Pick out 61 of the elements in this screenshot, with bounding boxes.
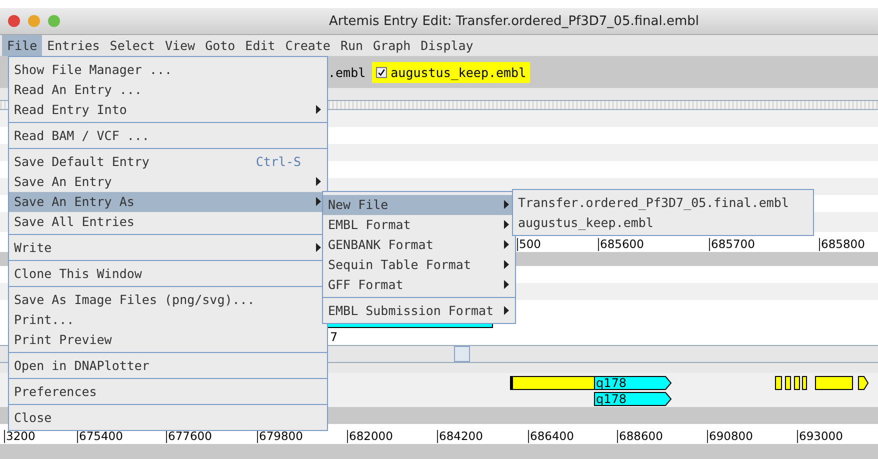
ruler-label: 686400 — [528, 430, 574, 443]
feature-label: q178 — [596, 377, 627, 390]
menu-item[interactable]: Open in DNAPlotter — [9, 356, 327, 376]
menu-item[interactable]: EMBL Format — [323, 214, 515, 234]
menu-item[interactable]: EMBL Submission Format — [323, 300, 515, 320]
gene-feature-drawing[interactable] — [510, 376, 672, 406]
window-title: Artemis Entry Edit: Transfer.ordered_Pf3D7_05.final.embl — [328, 14, 700, 28]
submenu-arrow-icon — [504, 260, 509, 269]
ruler-label: 685700 — [709, 238, 755, 251]
zoom-button[interactable] — [48, 15, 60, 27]
submenu-arrow-icon — [504, 240, 509, 249]
submenu-arrow-icon — [504, 306, 509, 315]
submenu-arrow-icon — [316, 197, 321, 206]
submenu-arrow-icon — [316, 177, 321, 186]
ruler-label: 500 — [517, 238, 541, 251]
ruler-label: 682000 — [347, 430, 393, 443]
ruler-label: 690800 — [707, 430, 753, 443]
close-button[interactable] — [8, 15, 20, 27]
menu-bar-item[interactable]: Select — [104, 35, 160, 56]
submenu-arrow-icon — [316, 105, 321, 114]
ruler-label: 684200 — [437, 430, 483, 443]
menu-item[interactable]: Print Preview — [9, 330, 327, 350]
menu-item[interactable]: Show File Manager ... — [9, 60, 327, 80]
menu-item[interactable]: Sequin Table Format — [323, 254, 515, 274]
menu-item[interactable]: Read Entry Into — [9, 100, 327, 120]
menu-bar-item[interactable]: Edit — [240, 35, 280, 56]
menu-bar-item[interactable]: File — [2, 35, 42, 56]
menu-item[interactable]: augustus_keep.embl — [513, 212, 813, 232]
gene-feature-drawing[interactable] — [775, 376, 869, 390]
sequence-label: 7 — [330, 330, 338, 344]
submenu-arrow-icon — [316, 243, 321, 252]
menu-bar-item[interactable]: Goto — [200, 35, 240, 56]
ruler-label: 688600 — [617, 430, 663, 443]
submenu-arrow-icon — [504, 200, 509, 209]
menu-bar-item[interactable]: Create — [280, 35, 336, 56]
ruler-label: 685600 — [598, 238, 644, 251]
minimize-button[interactable] — [28, 15, 40, 27]
scroll-thumb[interactable] — [454, 346, 470, 362]
shortcut-label: Ctrl-S — [256, 154, 301, 169]
ruler-label: 685800 — [819, 238, 865, 251]
menu-item[interactable]: New File — [323, 194, 515, 214]
menu-bar-item[interactable]: View — [160, 35, 200, 56]
submenu-arrow-icon — [504, 280, 509, 289]
menu-item[interactable]: Close — [9, 408, 327, 428]
entry-checkbox[interactable]: augustus_keep.embl — [372, 62, 530, 82]
ruler-label: 693000 — [797, 430, 843, 443]
menu-item[interactable]: Save Default Entry Ctrl-S — [9, 152, 327, 172]
menu-item[interactable]: Preferences — [9, 382, 327, 402]
menu-item[interactable]: Read An Entry ... — [9, 80, 327, 100]
entry-label: .embl — [328, 64, 366, 80]
menu-item[interactable]: Transfer.ordered_Pf3D7_05.final.embl — [513, 192, 813, 212]
menu-bar-item[interactable]: Entries — [42, 35, 105, 56]
menu-bar-item[interactable]: Run — [335, 35, 368, 56]
menu-item[interactable]: GENBANK Format — [323, 234, 515, 254]
menu-item[interactable]: Save An Entry — [9, 172, 327, 192]
menu-item[interactable]: GFF Format — [323, 274, 515, 294]
menu-bar-item[interactable]: Display — [416, 35, 478, 56]
feature-label: q178 — [596, 393, 627, 406]
submenu-arrow-icon — [504, 220, 509, 229]
menu-bar-item[interactable]: Graph — [368, 35, 416, 56]
menu-item[interactable]: Read BAM / VCF ... — [9, 126, 327, 146]
